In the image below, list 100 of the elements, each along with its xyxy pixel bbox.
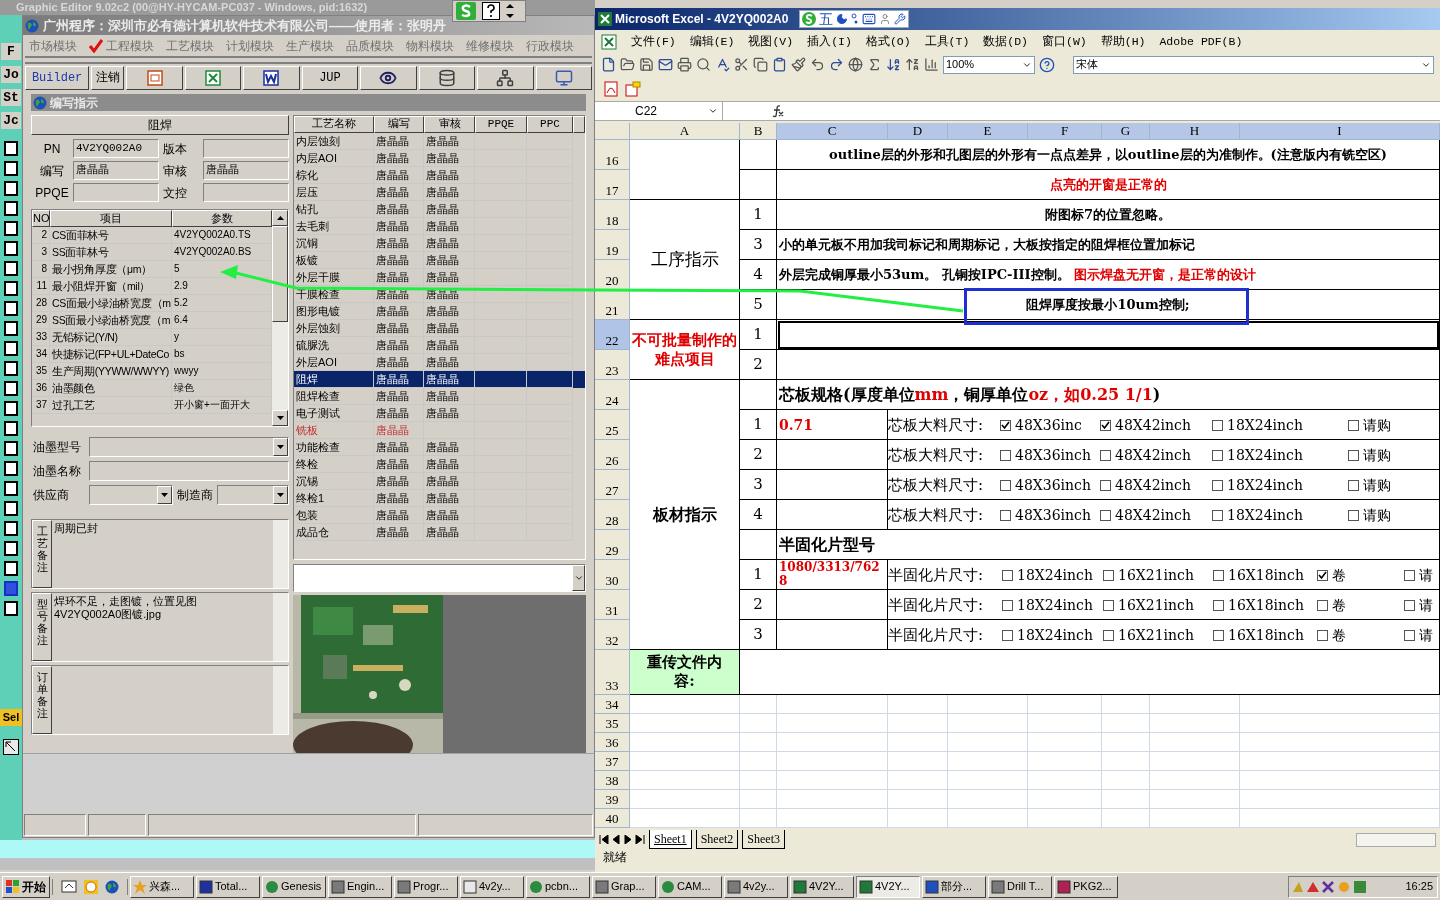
- checkbox-option[interactable]: 48X36inch: [1000, 475, 1100, 496]
- tool-icon[interactable]: [4, 301, 18, 316]
- menu-item[interactable]: 编辑(E): [689, 32, 735, 51]
- icon-button[interactable]: [477, 66, 534, 90]
- name-box[interactable]: C22: [595, 102, 723, 120]
- ime-logo-icon[interactable]: [802, 12, 817, 26]
- table-row[interactable]: 去毛刺 唐晶晶 唐晶晶: [294, 218, 585, 235]
- scroll-up-button[interactable]: [272, 210, 288, 226]
- checkbox-option[interactable]: 卷: [1317, 595, 1404, 616]
- checkbox[interactable]: [1100, 510, 1111, 521]
- checkbox[interactable]: [1213, 630, 1224, 641]
- format-painter-icon[interactable]: [791, 57, 806, 72]
- dropdown[interactable]: [217, 485, 289, 505]
- paste-icon[interactable]: [772, 57, 787, 72]
- tool-icon[interactable]: [4, 281, 18, 296]
- desktop-icon[interactable]: [61, 878, 77, 895]
- sheet-tab[interactable]: Sheet3: [742, 830, 785, 849]
- table-row[interactable]: 成品仓 唐晶晶 唐晶晶: [294, 524, 585, 541]
- checkbox[interactable]: [1317, 600, 1328, 611]
- checkbox-option[interactable]: 48X42inch: [1100, 445, 1212, 466]
- taskbar-button[interactable]: Progr...: [394, 875, 458, 898]
- checkbox[interactable]: [1103, 570, 1114, 581]
- checkbox[interactable]: [1002, 630, 1013, 641]
- checkbox-option[interactable]: 请购: [1348, 415, 1439, 436]
- table-row[interactable]: 沉锡 唐晶晶 唐晶晶: [294, 473, 585, 490]
- input-field[interactable]: [293, 564, 586, 592]
- redo-icon[interactable]: [829, 57, 844, 72]
- menu-item[interactable]: 插入(I): [807, 32, 852, 51]
- undo-icon[interactable]: [810, 57, 825, 72]
- toolbar-button[interactable]: 注销: [91, 66, 125, 90]
- checkbox[interactable]: [1212, 480, 1223, 491]
- icon-button[interactable]: [535, 66, 592, 90]
- tool-icon[interactable]: [4, 501, 18, 516]
- dropdown-button[interactable]: [273, 486, 288, 504]
- wrench-icon[interactable]: [894, 13, 907, 25]
- checkbox-option[interactable]: 18X24inch: [1002, 625, 1103, 646]
- table-row[interactable]: 铣板 唐晶晶: [294, 422, 585, 439]
- checkbox[interactable]: [1212, 450, 1223, 461]
- checkbox-option[interactable]: 48X36inch: [1000, 445, 1100, 466]
- checkbox-option[interactable]: 48X42inch: [1100, 475, 1212, 496]
- punctuation-icon[interactable]: [851, 13, 860, 25]
- sort-descending-icon[interactable]: [905, 57, 920, 72]
- table-row[interactable]: 终检1 唐晶晶 唐晶晶: [294, 490, 585, 507]
- checkbox[interactable]: [1404, 600, 1415, 611]
- checkbox[interactable]: [1348, 450, 1359, 461]
- checkbox-option[interactable]: 18X24inch: [1212, 505, 1348, 526]
- table-row[interactable]: 外层干膜 唐晶晶 唐晶晶: [294, 269, 585, 286]
- checkbox[interactable]: [1404, 570, 1415, 581]
- zoom-dropdown[interactable]: 100%: [943, 55, 1035, 74]
- checkbox-option[interactable]: 48X42inch: [1100, 505, 1212, 526]
- sort-ascending-icon[interactable]: [886, 57, 901, 72]
- checkbox[interactable]: [1002, 570, 1013, 581]
- checkbox-option[interactable]: 请购: [1348, 505, 1439, 526]
- menu-item[interactable]: 数据(D): [983, 32, 1029, 51]
- new-file-icon[interactable]: [601, 57, 616, 72]
- taskbar-button[interactable]: Total...: [196, 875, 260, 898]
- text-field[interactable]: 4V2YQ002A0: [73, 139, 159, 158]
- tool-icon[interactable]: [4, 561, 18, 576]
- table-cell[interactable]: [777, 350, 1440, 380]
- checkbox[interactable]: [1348, 420, 1359, 431]
- checkbox[interactable]: [1212, 420, 1223, 431]
- taskbar-button[interactable]: 部分...: [922, 875, 986, 898]
- tool-icon[interactable]: [4, 381, 18, 396]
- table-row[interactable]: 电子测试 唐晶晶 唐晶晶: [294, 405, 585, 422]
- table-row[interactable]: 阻焊检查 唐晶晶 唐晶晶: [294, 388, 585, 405]
- table-row[interactable]: 图形电镀 唐晶晶 唐晶晶: [294, 303, 585, 320]
- sheet-tab[interactable]: Sheet2: [695, 830, 739, 849]
- checkbox[interactable]: [1213, 570, 1224, 581]
- table-cell[interactable]: [777, 320, 1440, 350]
- checkbox[interactable]: [1103, 630, 1114, 641]
- table-row[interactable]: 阻焊 唐晶晶 唐晶晶: [294, 371, 585, 388]
- menu-item[interactable]: 工具(T): [924, 32, 970, 51]
- checkbox[interactable]: [1000, 480, 1011, 491]
- checkbox-option[interactable]: 请: [1404, 595, 1439, 616]
- scroll-arrows-icon[interactable]: [506, 3, 514, 19]
- start-button[interactable]: 开始: [2, 875, 50, 898]
- text-field[interactable]: [203, 183, 289, 202]
- table-row[interactable]: 内层AOI 唐晶晶 唐晶晶: [294, 150, 585, 167]
- checkbox-option[interactable]: 48X36inch: [1000, 505, 1100, 526]
- checkbox[interactable]: [1100, 420, 1111, 431]
- tool-icon[interactable]: [4, 401, 18, 416]
- checkbox-option[interactable]: 卷: [1317, 625, 1404, 646]
- help-icon[interactable]: [482, 2, 500, 20]
- taskbar-button[interactable]: 4v2y...: [460, 875, 524, 898]
- icon-button[interactable]: [126, 66, 183, 90]
- checkbox[interactable]: [1000, 420, 1011, 431]
- taskbar-button[interactable]: 4V2Y...: [790, 875, 854, 898]
- tool-icon[interactable]: [4, 241, 18, 256]
- toolbar-button[interactable]: JUP: [301, 66, 359, 90]
- checkbox[interactable]: [1100, 450, 1111, 461]
- table-row[interactable]: 沉铜 唐晶晶 唐晶晶: [294, 235, 585, 252]
- tool-icon[interactable]: [4, 261, 18, 276]
- print-icon[interactable]: [677, 57, 692, 72]
- menu-item[interactable]: 帮助(H): [1100, 32, 1146, 51]
- taskbar-button[interactable]: Drill T...: [988, 875, 1052, 898]
- checkbox-option[interactable]: 请购: [1348, 445, 1439, 466]
- scroll-down-button[interactable]: [272, 410, 288, 426]
- checkbox[interactable]: [1100, 480, 1111, 491]
- checkbox[interactable]: [1000, 450, 1011, 461]
- checkbox-option[interactable]: 16X18inch: [1213, 625, 1317, 646]
